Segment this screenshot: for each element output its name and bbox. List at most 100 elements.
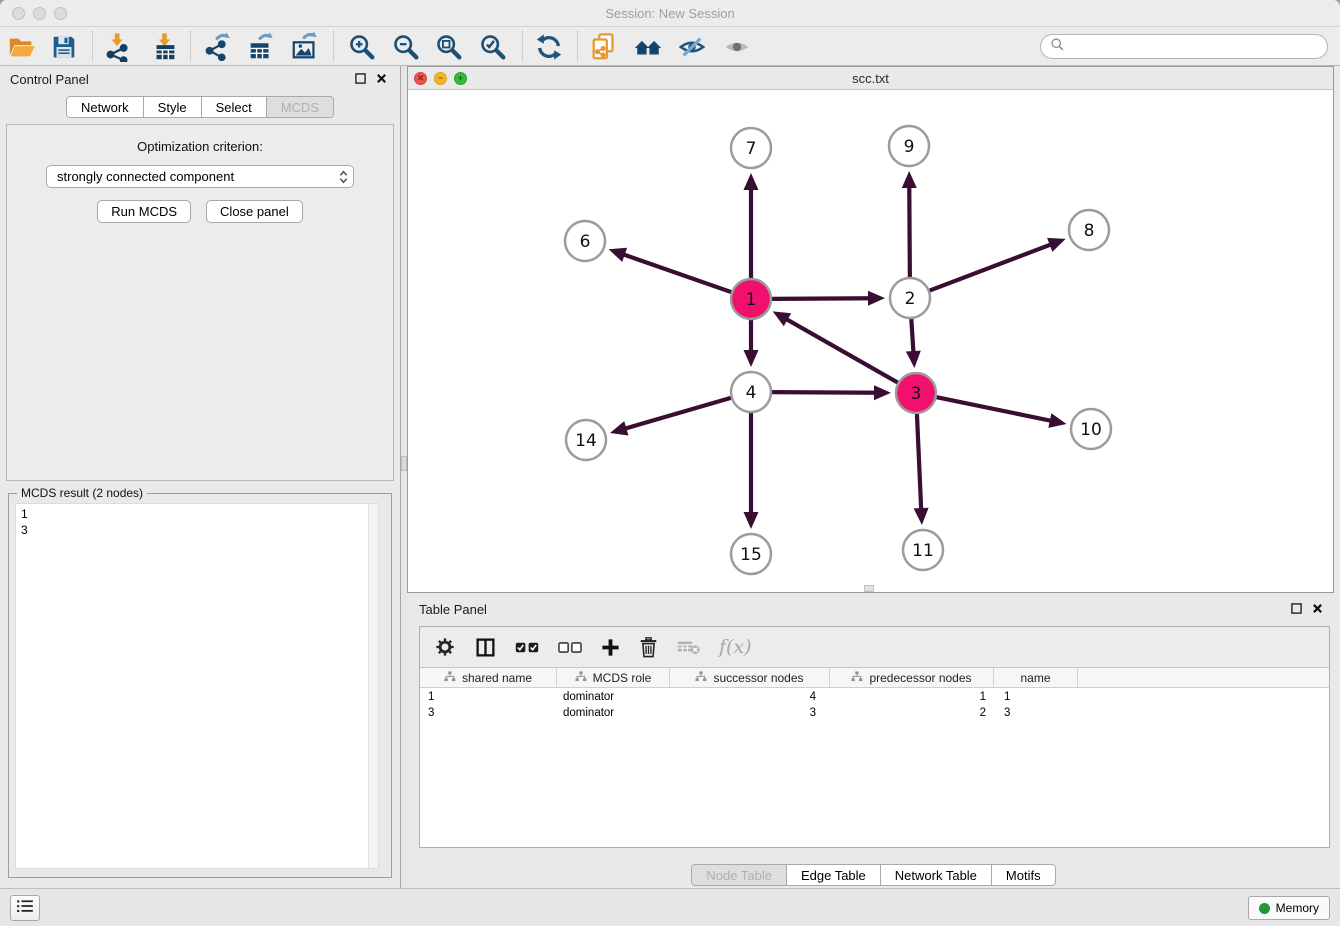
tab-node-table[interactable]: Node Table xyxy=(692,865,787,885)
clone-network-icon[interactable] xyxy=(588,31,620,63)
add-row-icon[interactable] xyxy=(601,638,620,657)
table-cell[interactable]: 3 xyxy=(420,705,557,721)
export-network-icon[interactable] xyxy=(202,31,234,63)
table-cell[interactable]: 3 xyxy=(994,705,1078,721)
graph-node-label: 7 xyxy=(746,139,757,159)
column-label: predecessor nodes xyxy=(869,671,971,685)
export-image-icon[interactable] xyxy=(289,31,321,63)
select-all-checkboxes-icon[interactable] xyxy=(515,642,539,653)
table-toolbar: f(x) xyxy=(420,627,1329,667)
zoom-selected-icon[interactable] xyxy=(477,31,509,63)
table-panel-title: Table Panel xyxy=(419,602,487,617)
table-tabs: Node Table Edge Table Network Table Moti… xyxy=(691,864,1055,886)
delete-rows-icon[interactable] xyxy=(639,637,658,658)
network-window-title: scc.txt xyxy=(408,71,1333,86)
search-icon xyxy=(1050,37,1065,57)
graph-edge-2-8[interactable] xyxy=(930,243,1056,291)
table-close-icon[interactable] xyxy=(1311,602,1324,615)
graph-edge-1-6[interactable] xyxy=(619,253,731,292)
table-cell[interactable]: 1 xyxy=(994,689,1078,705)
table-row[interactable]: 1dominator411 xyxy=(420,689,1329,705)
optimization-criterion-label: Optimization criterion: xyxy=(7,139,393,154)
hide-selected-icon[interactable] xyxy=(676,31,708,63)
mcds-result-list[interactable]: 13 xyxy=(15,503,379,869)
delete-table-icon xyxy=(677,639,700,655)
application-window: Session: New Session xyxy=(0,0,1340,926)
search-input[interactable] xyxy=(1070,39,1327,55)
graph-edge-1-2[interactable] xyxy=(772,298,874,299)
memory-status-icon xyxy=(1259,903,1270,914)
table-settings-icon[interactable] xyxy=(434,636,456,658)
main-toolbar xyxy=(0,27,1340,66)
graph-edge-arrowhead xyxy=(1048,413,1066,428)
memory-button[interactable]: Memory xyxy=(1248,896,1330,920)
column-type-icon xyxy=(575,671,587,685)
column-label: MCDS role xyxy=(593,671,652,685)
table-float-icon[interactable] xyxy=(1290,602,1303,615)
zoom-in-icon[interactable] xyxy=(346,31,378,63)
optimization-criterion-select[interactable]: strongly connected component xyxy=(46,165,354,188)
graph-edge-4-3[interactable] xyxy=(772,392,880,393)
export-table-icon[interactable] xyxy=(245,31,277,63)
column-type-icon xyxy=(695,671,707,685)
refresh-view-icon[interactable] xyxy=(533,31,565,63)
column-header-mcds-role[interactable]: MCDS role xyxy=(557,668,670,687)
network-window-titlebar: ✕ − + scc.txt xyxy=(408,67,1333,90)
table-row[interactable]: 3dominator323 xyxy=(420,705,1329,721)
column-header-name[interactable]: name xyxy=(994,668,1078,687)
graph-edge-3-10[interactable] xyxy=(937,397,1056,422)
import-network-icon[interactable] xyxy=(102,31,134,63)
column-label: successor nodes xyxy=(713,671,803,685)
network-canvas[interactable]: 7968124314101511 xyxy=(408,90,1333,592)
tab-select[interactable]: Select xyxy=(202,97,267,117)
network-graph[interactable]: 7968124314101511 xyxy=(408,90,1333,592)
import-table-icon[interactable] xyxy=(149,31,181,63)
task-list-icon xyxy=(16,899,34,918)
main-titlebar: Session: New Session xyxy=(0,0,1340,27)
close-panel-button[interactable]: Close panel xyxy=(206,200,303,223)
mcds-result-lines: 13 xyxy=(16,504,378,540)
table-cell[interactable]: 1 xyxy=(830,689,994,705)
tab-network-table[interactable]: Network Table xyxy=(881,865,992,885)
search-field[interactable] xyxy=(1040,34,1328,59)
canvas-resize-grip[interactable] xyxy=(864,585,874,592)
float-panel-icon[interactable] xyxy=(354,72,367,85)
graph-edge-arrowhead xyxy=(744,350,759,367)
table-header: shared name MCDS role successor nodes pr… xyxy=(420,667,1329,688)
table-cell[interactable]: 3 xyxy=(670,705,830,721)
graph-edge-3-11[interactable] xyxy=(917,414,921,514)
table-cell[interactable]: dominator xyxy=(557,705,670,721)
zoom-out-icon[interactable] xyxy=(390,31,422,63)
table-cell[interactable]: 1 xyxy=(420,689,557,705)
deselect-all-checkboxes-icon[interactable] xyxy=(558,642,582,653)
run-mcds-button[interactable]: Run MCDS xyxy=(97,200,191,223)
graph-edge-2-9[interactable] xyxy=(909,182,910,277)
fit-content-icon[interactable] xyxy=(433,31,465,63)
save-session-icon[interactable] xyxy=(48,31,80,63)
show-columns-icon[interactable] xyxy=(475,637,496,658)
result-scrollbar[interactable] xyxy=(368,504,378,868)
control-panel-title: Control Panel xyxy=(10,72,89,87)
graph-node-label: 2 xyxy=(905,289,916,309)
table-cell[interactable]: 4 xyxy=(670,689,830,705)
graph-edge-3-1[interactable] xyxy=(782,317,897,383)
open-session-icon[interactable] xyxy=(6,31,38,63)
table-cell[interactable]: 2 xyxy=(830,705,994,721)
panel-divider[interactable] xyxy=(400,66,407,888)
first-neighbors-icon[interactable] xyxy=(632,31,664,63)
close-panel-icon[interactable] xyxy=(375,72,388,85)
graph-edge-4-14[interactable] xyxy=(621,398,731,430)
column-label: shared name xyxy=(462,671,532,685)
tab-edge-table[interactable]: Edge Table xyxy=(787,865,881,885)
table-rows: 1dominator4113dominator323 xyxy=(420,689,1329,847)
task-history-button[interactable] xyxy=(10,895,40,921)
table-cell[interactable]: dominator xyxy=(557,689,670,705)
tab-network[interactable]: Network xyxy=(67,97,144,117)
column-header-successor-nodes[interactable]: successor nodes xyxy=(670,668,830,687)
column-header-shared-name[interactable]: shared name xyxy=(420,668,557,687)
tab-mcds[interactable]: MCDS xyxy=(267,97,333,117)
show-all-icon[interactable] xyxy=(721,31,753,63)
tab-style[interactable]: Style xyxy=(144,97,202,117)
tab-motifs[interactable]: Motifs xyxy=(992,865,1055,885)
column-header-predecessor-nodes[interactable]: predecessor nodes xyxy=(830,668,994,687)
